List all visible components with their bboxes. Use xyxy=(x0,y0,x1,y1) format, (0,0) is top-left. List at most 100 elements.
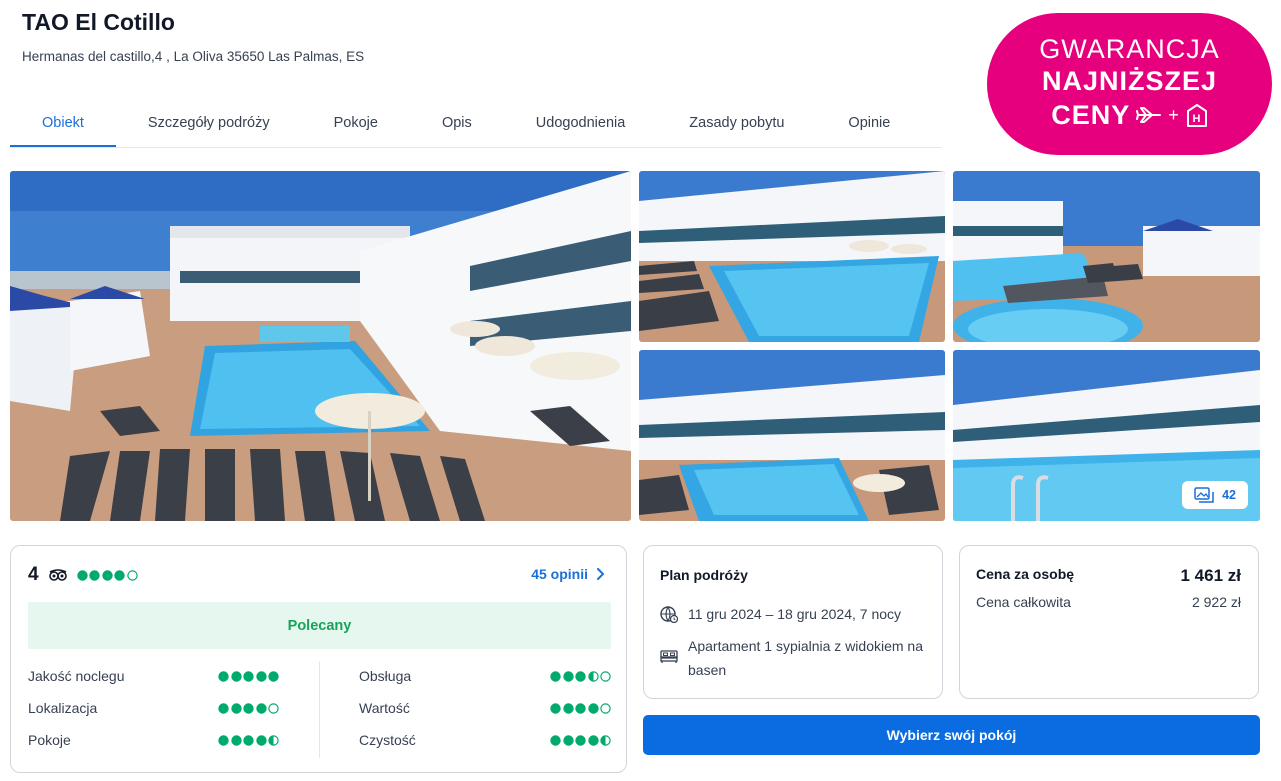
bubble-full xyxy=(575,670,586,682)
bubble-full xyxy=(255,702,267,714)
bubble-full xyxy=(101,569,113,581)
rating-label: Jakość noclegu xyxy=(28,668,125,684)
rating-row-wartosc: Wartość xyxy=(359,700,611,716)
badge-line-2: NAJNIŻSZEJ xyxy=(1041,66,1218,96)
bubble-half xyxy=(268,734,279,746)
recommended-banner: Polecany xyxy=(28,602,611,649)
overall-rating-bubbles xyxy=(76,569,138,581)
price-total-label: Cena całkowita xyxy=(976,594,1071,610)
rating-row-jakosc-noclegu: Jakość noclegu xyxy=(28,668,279,684)
tab-bar: Obiekt Szczegóły podróży Pokoje Opis Udo… xyxy=(10,100,922,148)
bubble-empty xyxy=(600,670,611,682)
trip-room-row: Apartament 1 sypialnia z widokiem na bas… xyxy=(660,634,932,682)
hotel-photo-4[interactable] xyxy=(639,350,945,521)
bubble-full xyxy=(255,734,267,746)
rating-divider xyxy=(319,661,320,758)
bubble-full xyxy=(575,734,586,746)
tab-szczegoly-podrozy[interactable]: Szczegóły podróży xyxy=(116,100,302,146)
tripadvisor-owl-icon xyxy=(48,569,67,581)
price-per-person-label: Cena za osobę xyxy=(976,566,1075,582)
reviews-count: 45 opinii xyxy=(531,566,588,582)
tab-opinie[interactable]: Opinie xyxy=(816,100,922,146)
bubble-full xyxy=(550,734,561,746)
badge-line-3: CENY xyxy=(1051,100,1131,130)
bubble-full xyxy=(562,734,574,746)
reviews-link[interactable]: 45 opinii xyxy=(531,566,604,582)
rating-label: Lokalizacja xyxy=(28,700,98,716)
bubble-full xyxy=(114,569,125,581)
hotel-address: Hermanas del castillo,4 , La Oliva 35650… xyxy=(22,49,365,64)
bubble-full xyxy=(76,569,88,581)
lowest-price-guarantee-badge: GWARANCJA NAJNIŻSZEJ CENY + H xyxy=(987,13,1272,155)
rating-bubbles xyxy=(550,702,611,714)
badge-hotel-letter: H xyxy=(1192,113,1201,125)
rating-label: Wartość xyxy=(359,700,410,716)
rating-row-pokoje: Pokoje xyxy=(28,732,279,748)
rating-card: 4 45 opinii Polecany Jakość noclegu Loka… xyxy=(10,545,627,773)
chevron-right-icon xyxy=(597,568,604,580)
tab-zasady-pobytu[interactable]: Zasady pobytu xyxy=(657,100,816,146)
bubble-full xyxy=(268,670,279,682)
bubble-full xyxy=(550,702,561,714)
rating-score: 4 xyxy=(28,564,39,585)
photos-icon xyxy=(1194,487,1214,503)
bubble-full xyxy=(243,734,254,746)
tab-udogodnienia[interactable]: Udogodnienia xyxy=(504,100,658,146)
bubble-full xyxy=(243,670,254,682)
bubble-full xyxy=(587,702,599,714)
rating-row-lokalizacja: Lokalizacja xyxy=(28,700,279,716)
bubble-full xyxy=(550,670,561,682)
rating-row-czystosc: Czystość xyxy=(359,732,611,748)
rating-bubbles xyxy=(218,670,279,682)
choose-room-button[interactable]: Wybierz swój pokój xyxy=(643,715,1260,755)
gallery-count: 42 xyxy=(1222,488,1236,502)
bubble-full xyxy=(562,702,574,714)
badge-line-1: GWARANCJA xyxy=(1039,34,1220,64)
hotel-photo-5[interactable]: 42 xyxy=(953,350,1260,521)
hotel-photo-2[interactable] xyxy=(639,171,945,342)
tab-pokoje[interactable]: Pokoje xyxy=(302,100,410,146)
main-hotel-photo[interactable] xyxy=(10,171,631,521)
rating-bubbles xyxy=(218,702,279,714)
bubble-full xyxy=(230,702,242,714)
rating-bubbles xyxy=(218,734,279,746)
trip-plan-title: Plan podróży xyxy=(660,567,748,583)
price-card: Cena za osobę 1 461 zł Cena całkowita 2 … xyxy=(959,545,1259,699)
bubble-empty xyxy=(126,569,138,581)
bubble-empty xyxy=(268,702,279,714)
bubble-half xyxy=(587,670,599,682)
tab-obiekt[interactable]: Obiekt xyxy=(10,100,116,147)
bubble-full xyxy=(243,702,254,714)
rating-label: Obsługa xyxy=(359,668,412,684)
badge-plus: + xyxy=(1168,105,1180,125)
rating-bubbles xyxy=(550,670,611,682)
bubble-full xyxy=(230,734,242,746)
bubble-full xyxy=(587,734,599,746)
bubble-full xyxy=(218,734,229,746)
price-per-person-value: 1 461 zł xyxy=(1180,566,1242,585)
tabs-divider xyxy=(10,147,942,148)
rating-bubbles xyxy=(550,734,611,746)
bubble-full xyxy=(218,702,229,714)
rating-label: Czystość xyxy=(359,732,416,748)
trip-room: Apartament 1 sypialnia z widokiem na bas… xyxy=(688,638,924,678)
bubble-half xyxy=(600,734,611,746)
hotel-title: TAO El Cotillo xyxy=(22,9,175,35)
price-total-row: Cena całkowita 2 922 zł xyxy=(976,594,1241,610)
hotel-icon: H xyxy=(1186,104,1207,127)
trip-plan-card: Plan podróży 11 gru 2024 – 18 gru 2024, … xyxy=(643,545,943,699)
bubble-empty xyxy=(600,702,611,714)
gallery-count-button[interactable]: 42 xyxy=(1182,481,1248,509)
bubble-full xyxy=(575,702,586,714)
bubble-full xyxy=(230,670,242,682)
tab-opis[interactable]: Opis xyxy=(410,100,504,146)
calendar-globe-icon xyxy=(660,606,678,623)
bubble-full xyxy=(562,670,574,682)
bubble-full xyxy=(89,569,100,581)
price-per-person-row: Cena za osobę 1 461 zł xyxy=(976,566,1241,586)
plane-icon xyxy=(1136,107,1162,123)
hotel-photo-3[interactable] xyxy=(953,171,1260,342)
trip-dates: 11 gru 2024 – 18 gru 2024, 7 nocy xyxy=(688,606,902,622)
price-total-value: 2 922 zł xyxy=(1191,594,1241,610)
rating-label: Pokoje xyxy=(28,732,71,748)
